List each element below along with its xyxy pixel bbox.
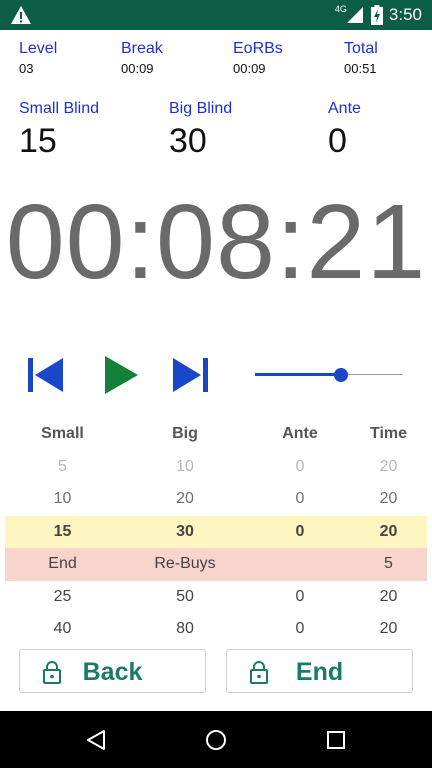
cell: 0 [295, 620, 305, 638]
stat-break: Break 00:09 [121, 40, 163, 76]
blind-label: Small Blind [19, 100, 100, 117]
end-button[interactable]: End [226, 649, 413, 693]
cell: 20 [379, 490, 398, 508]
column-header: Small [41, 425, 84, 443]
signal-icon: 4G [335, 4, 365, 25]
network-type: 4G [334, 4, 347, 14]
recents-nav-icon[interactable] [326, 730, 346, 750]
cell: 0 [295, 522, 305, 540]
table-row[interactable]: 40 80 0 20 [5, 613, 427, 646]
column-header: Time [369, 425, 408, 443]
stat-eorbs: EoRBs 00:09 [233, 40, 283, 76]
end-button-label: End [295, 658, 344, 686]
stat-label: Level [19, 40, 58, 57]
back-button-label: Back [82, 658, 143, 686]
levels-table: Small Big Ante Time 5 10 0 20 10 20 0 20… [5, 418, 427, 646]
cell: 40 [53, 620, 72, 638]
slider-thumb[interactable] [333, 368, 348, 382]
column-header: Ante [282, 425, 318, 443]
navigation-bar [0, 711, 432, 768]
status-bar: 4G 3:50 [0, 0, 432, 30]
stat-value: 03 [19, 61, 34, 76]
cell: 50 [176, 587, 194, 605]
cell: 20 [379, 587, 398, 605]
stat-value: 00:51 [344, 61, 377, 76]
blind-label: Big Blind [169, 100, 233, 117]
back-button[interactable]: Back [19, 649, 206, 693]
table-row[interactable]: 10 20 0 20 [5, 483, 427, 516]
status-time: 3:50 [388, 5, 422, 24]
small-blind: Small Blind 15 [19, 100, 99, 161]
cell: 0 [295, 490, 305, 508]
cell: 10 [53, 490, 72, 508]
blind-value: 30 [169, 122, 207, 160]
stat-value: 00:09 [233, 61, 266, 76]
column-header: Big [172, 425, 198, 443]
home-nav-icon[interactable] [205, 729, 227, 751]
stat-value: 00:09 [121, 61, 154, 76]
cell: 20 [379, 522, 398, 540]
cell: 0 [295, 457, 305, 475]
table-row[interactable]: 25 50 0 20 [5, 581, 427, 614]
big-blind: Big Blind 30 [169, 100, 232, 161]
cell: 30 [176, 522, 194, 540]
table-row-current[interactable]: 15 30 0 20 [5, 515, 427, 548]
cell: 15 [53, 522, 72, 540]
play-icon [105, 356, 138, 394]
cell: 20 [379, 457, 398, 475]
stat-label: Break [121, 40, 163, 57]
table-header: Small Big Ante Time [5, 418, 427, 451]
cell: End [48, 555, 77, 573]
skip-next-icon [173, 358, 201, 392]
play-button[interactable] [103, 355, 139, 395]
stat-total: Total 00:51 [344, 40, 378, 76]
stat-label: EoRBs [233, 40, 283, 57]
stat-level: Level 03 [19, 40, 57, 76]
table-row[interactable]: 5 10 0 20 [5, 451, 427, 484]
previous-level-button[interactable] [26, 356, 66, 394]
cell: 20 [176, 490, 194, 508]
stat-label: Total [344, 40, 378, 57]
slider-fill [255, 373, 341, 376]
cell: Re-Buys [154, 555, 216, 573]
cell: 20 [379, 620, 398, 638]
battery-charging-icon [370, 5, 383, 25]
warning-icon [11, 6, 31, 24]
skip-previous-icon [28, 358, 33, 392]
back-nav-icon[interactable] [86, 729, 106, 751]
cell: 5 [58, 457, 67, 475]
cell: 80 [176, 620, 194, 638]
cell: 5 [384, 555, 393, 573]
blind-value: 0 [328, 122, 347, 160]
table-row-break[interactable]: End Re-Buys 5 [5, 548, 427, 581]
next-level-button[interactable] [172, 356, 212, 394]
cell: 10 [176, 457, 194, 475]
blind-value: 15 [19, 122, 57, 160]
level-timer: 00:08:21 [5, 183, 427, 301]
cell: 25 [53, 587, 72, 605]
level-progress-slider[interactable] [255, 366, 403, 384]
cell: 0 [295, 587, 305, 605]
blind-label: Ante [328, 100, 361, 117]
ante: Ante 0 [328, 100, 361, 161]
